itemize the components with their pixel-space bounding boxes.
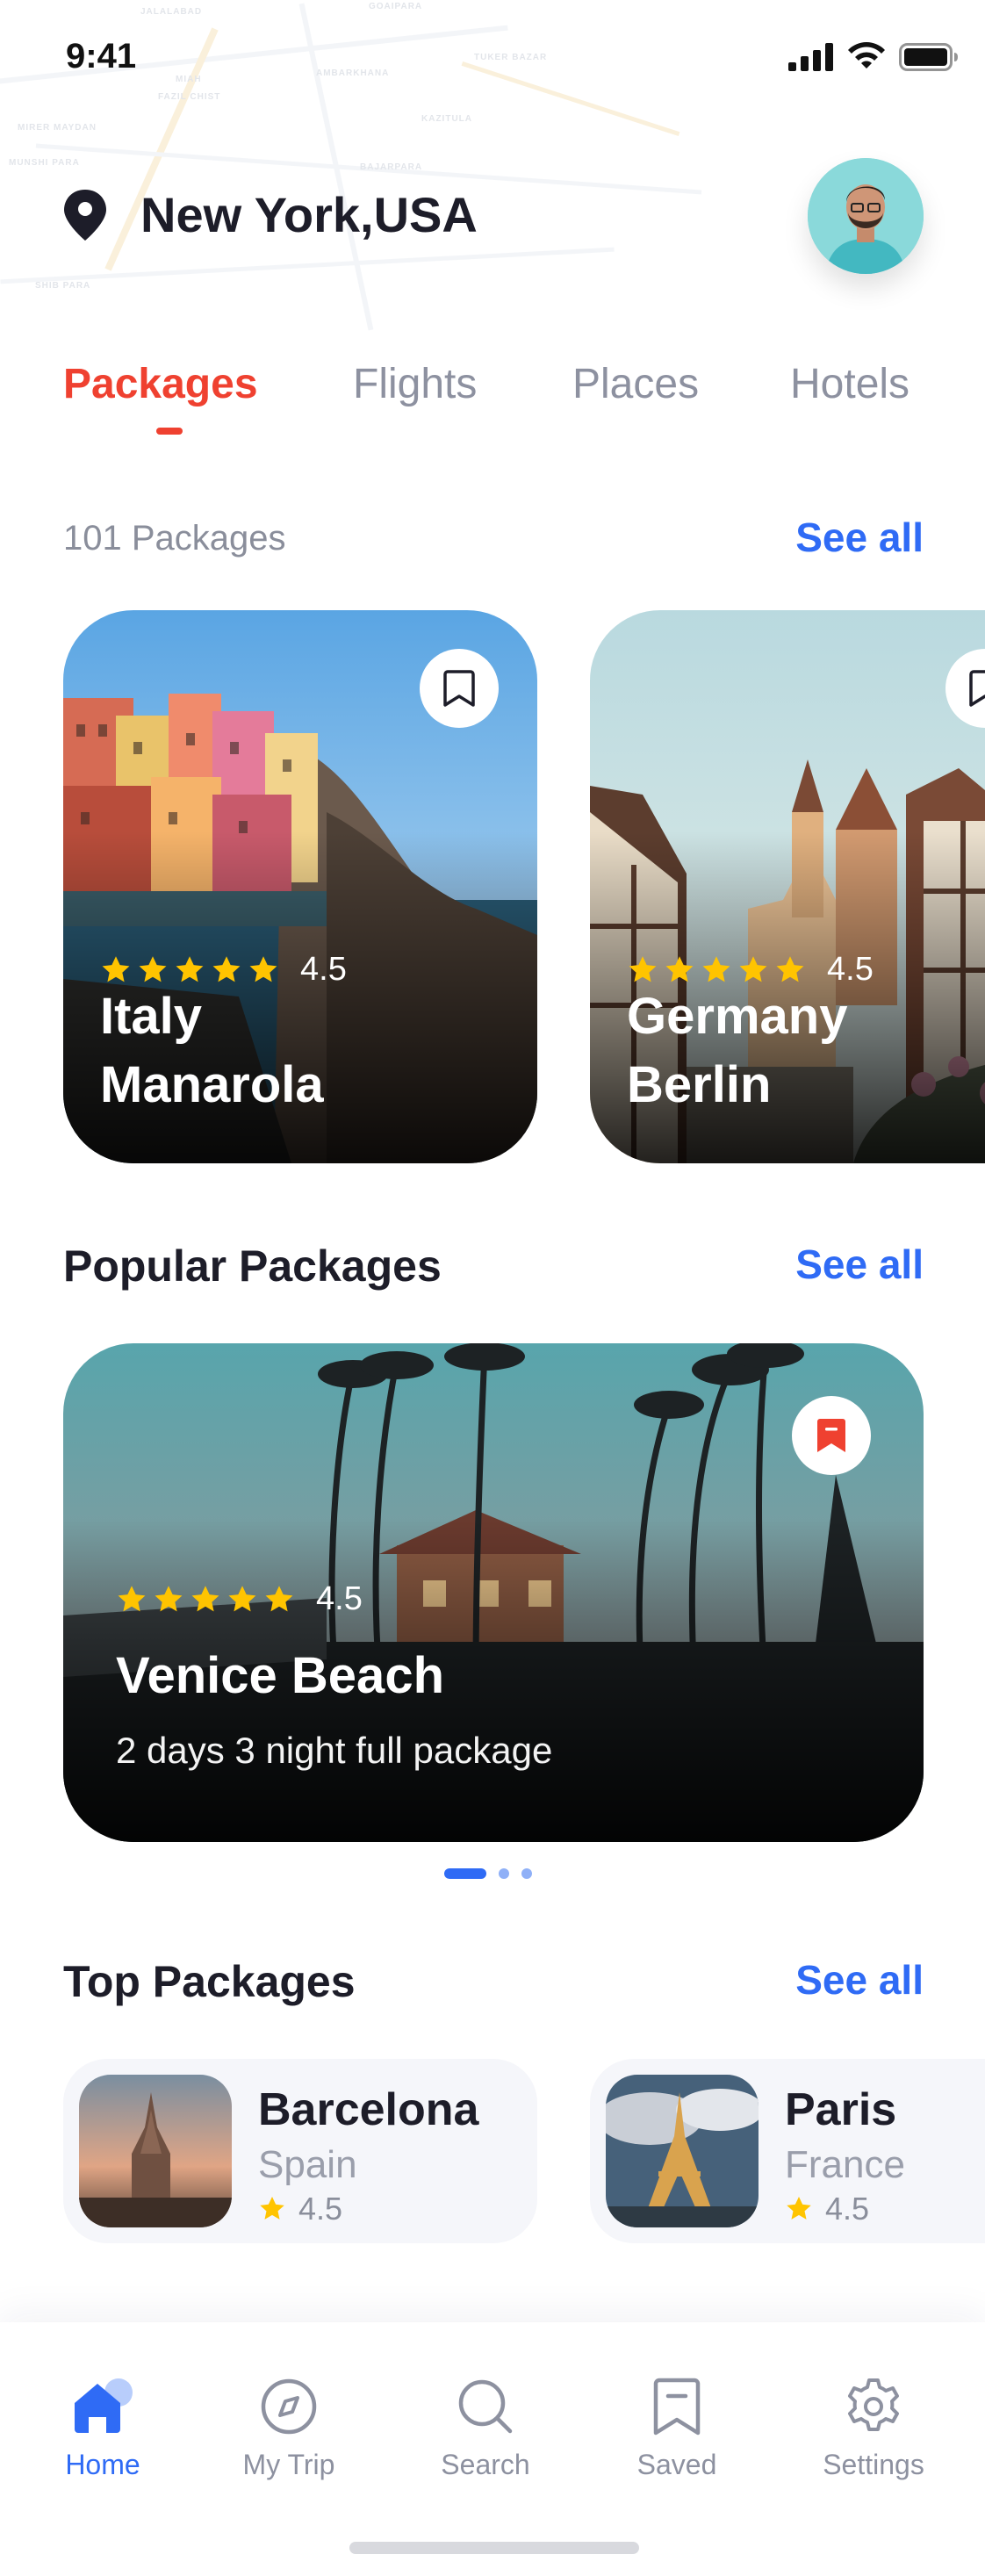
top-package-thumbnail [79,2075,232,2227]
package-title: Italy Manarola [100,982,324,1119]
bookmark-filled-icon [817,1419,845,1452]
status-bar: 9:41 [0,0,985,114]
home-indicator [349,2542,639,2554]
rating-value: 4.5 [825,2191,870,2227]
category-tabs: Packages Flights Places Hotels [63,360,924,435]
top-package-card-barcelona[interactable]: Barcelona Spain 4.5 [63,2059,537,2243]
star-icon [249,955,277,982]
bookmark-outline-icon [443,670,475,707]
top-package-card-clip: Paris France 4.5 [590,2059,985,2243]
nav-search[interactable]: Search [411,2377,560,2481]
top-packages-see-all-link[interactable]: See all [795,1956,924,2004]
rating-value: 4.5 [316,1580,363,1617]
pagination-dot[interactable] [499,1868,509,1879]
barcelona-photo [79,2075,232,2227]
star-icon [228,1585,256,1611]
bookmark-icon [653,2378,701,2436]
nav-my-trip[interactable]: My Trip [214,2377,363,2481]
tab-places[interactable]: Places [572,360,699,408]
nav-label: Search [441,2449,530,2480]
star-icon [665,955,694,982]
star-icon [191,1585,219,1611]
star-icon [629,955,657,982]
star-icon [155,1585,183,1611]
cellular-signal-icon [788,43,833,71]
popular-package-subtitle: 2 days 3 night full package [116,1730,553,1771]
nav-label: Home [65,2449,140,2480]
star-icon [102,955,130,982]
star-icon [139,955,167,982]
nav-label: Saved [636,2449,717,2480]
search-icon [458,2379,513,2434]
nav-saved[interactable]: Saved [602,2377,751,2481]
top-package-city: Paris [785,2084,897,2135]
star-icon [260,2197,284,2220]
pagination-dot-active[interactable] [444,1868,486,1879]
rating-value: 4.5 [298,2191,343,2227]
package-country: Italy [100,988,203,1045]
star-icon [265,1585,293,1611]
package-card-italy[interactable]: 4.5 Italy Manarola [63,610,537,1163]
popular-see-all-link[interactable]: See all [795,1241,924,1288]
bookmark-saved-button[interactable] [792,1396,871,1475]
compass-icon [261,2378,317,2435]
avatar-photo [808,158,924,274]
pagination-dot[interactable] [521,1868,532,1879]
star-icon [787,2197,811,2220]
status-icons [788,42,959,72]
battery-icon [899,43,958,71]
top-package-city: Barcelona [258,2084,479,2135]
popular-title: Popular Packages [63,1241,442,1291]
location-selector[interactable]: New York,USA [61,186,478,243]
top-packages-title: Top Packages [63,1957,356,2006]
nav-label: My Trip [242,2449,335,2480]
tab-hotels[interactable]: Hotels [790,360,910,408]
location-pin-icon [64,189,106,241]
location-text: New York,USA [140,187,478,242]
status-time: 9:41 [66,37,137,76]
nav-settings[interactable]: Settings [799,2377,948,2481]
star-icon [739,955,767,982]
top-package-country: France [785,2143,905,2186]
top-package-rating: 4.5 [258,2191,342,2227]
top-package-thumbnail [606,2075,759,2227]
nav-home[interactable]: Home [28,2377,177,2481]
tab-packages[interactable]: Packages [63,360,258,408]
package-card-clip: 4.5 Germany Berlin [590,610,985,1163]
tab-flights[interactable]: Flights [353,360,477,408]
home-icon [75,2378,133,2433]
paris-photo [606,2075,759,2227]
package-city: Manarola [100,1056,324,1113]
wifi-icon [848,42,885,68]
nav-label: Settings [823,2449,924,2480]
package-card-germany[interactable]: 4.5 Germany Berlin [590,610,985,1163]
packages-see-all-link[interactable]: See all [795,514,924,561]
bottom-navigation: Home My Trip Search Saved Settings [0,2322,985,2576]
bookmark-button[interactable] [420,649,499,728]
star-icon [776,955,804,982]
rating-stars: 4.5 [116,1580,363,1618]
tab-active-indicator [156,428,183,435]
popular-package-title: Venice Beach [116,1647,444,1704]
package-title: Germany Berlin [627,982,847,1119]
top-package-country: Spain [258,2143,357,2186]
avatar[interactable] [808,158,924,274]
package-city: Berlin [627,1056,772,1113]
packages-header: 101 Packages See all [63,514,924,566]
bookmark-outline-icon [969,670,985,707]
package-country: Germany [627,988,848,1045]
carousel-pagination [444,1868,532,1879]
star-icon [118,1585,146,1611]
star-icon [212,955,241,982]
popular-package-card[interactable]: 4.5 Venice Beach 2 days 3 night full pac… [63,1343,924,1842]
packages-count: 101 Packages [63,519,286,558]
top-packages-header: Top Packages See all [63,1956,924,2009]
top-package-rating: 4.5 [785,2191,869,2227]
star-icon [176,955,204,982]
star-icon [702,955,730,982]
top-package-card-paris[interactable]: Paris France 4.5 [590,2059,985,2243]
popular-header: Popular Packages See all [63,1241,924,1293]
gear-icon [848,2378,899,2431]
